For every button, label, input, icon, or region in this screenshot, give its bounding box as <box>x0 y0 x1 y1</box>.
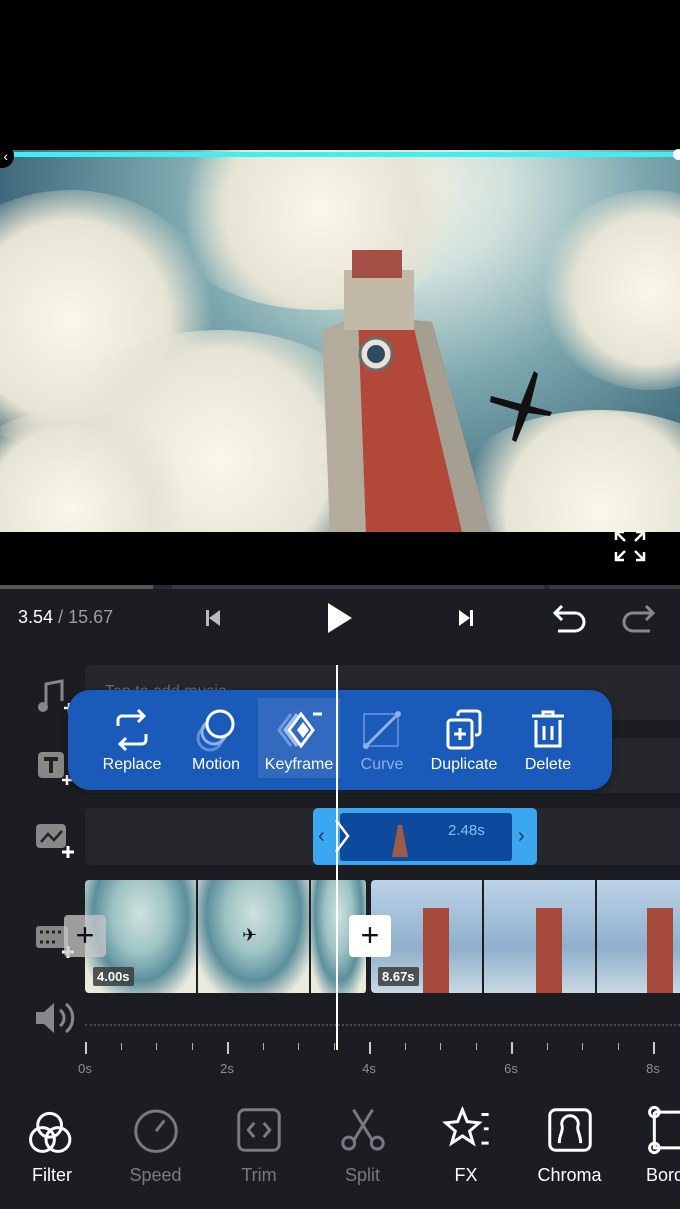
ruler-tick <box>546 1043 548 1050</box>
filter-icon <box>29 1111 72 1153</box>
tool-filter[interactable]: Filter <box>2 1105 102 1186</box>
keyframe-marker-icon[interactable] <box>332 818 352 854</box>
playhead[interactable] <box>336 665 338 1050</box>
scissors-icon <box>340 1108 385 1151</box>
ruler-tick <box>582 1043 583 1050</box>
overlay-clip-body[interactable] <box>340 813 512 861</box>
ruler-label: 4s <box>362 1061 376 1076</box>
audio-volume-icon[interactable] <box>34 998 78 1038</box>
tool-fx[interactable]: FX <box>416 1105 516 1186</box>
tool-chroma[interactable]: Chroma <box>520 1105 620 1186</box>
tool-label: Chroma <box>537 1165 602 1185</box>
undo-icon <box>552 604 586 633</box>
redo-button[interactable] <box>618 598 658 638</box>
undo-button[interactable] <box>550 598 590 638</box>
ruler-tick <box>653 1042 655 1054</box>
play-icon <box>328 603 352 633</box>
ruler-tick <box>156 1043 157 1050</box>
ruler-tick <box>85 1042 87 1054</box>
border-icon <box>648 1105 680 1155</box>
fullscreen-icon[interactable] <box>612 528 648 564</box>
audio-waveform <box>85 1024 680 1026</box>
add-clip-start-button[interactable]: + <box>64 915 106 957</box>
total-time: / 15.67 <box>58 607 114 627</box>
tool-label: FX <box>454 1165 478 1185</box>
clip-1-frame[interactable]: ✈ <box>198 880 311 993</box>
motion-icon <box>196 709 235 752</box>
skip-end-button[interactable] <box>446 598 486 638</box>
tool-label: Trim <box>241 1165 277 1185</box>
duplicate-icon <box>446 709 482 750</box>
top-letterbox <box>0 0 680 150</box>
ruler-tick <box>191 1043 193 1050</box>
ruler-tick <box>617 1043 619 1050</box>
clip-2-frame[interactable] <box>484 880 597 993</box>
keyframe-button[interactable]: Keyframe <box>258 698 340 778</box>
skip-start-icon <box>206 610 220 626</box>
skip-end-icon <box>459 610 473 626</box>
tool-label: Split <box>344 1165 380 1185</box>
overlay-duration: 2.48s <box>448 822 485 839</box>
tool-border[interactable]: Border <box>646 1105 680 1186</box>
replace-button[interactable]: Replace <box>92 690 172 790</box>
ruler-label: 0s <box>78 1061 92 1076</box>
clip-duration-badge: 4.00s <box>93 967 134 986</box>
ruler-label: 2s <box>220 1061 234 1076</box>
ruler-label: 8s <box>646 1061 660 1076</box>
chroma-icon <box>547 1108 592 1152</box>
clock-tower-image <box>322 250 490 532</box>
duplicate-button[interactable]: Duplicate <box>424 690 504 790</box>
tool-label: Filter <box>32 1165 72 1185</box>
motion-button[interactable]: Motion <box>176 690 256 790</box>
redo-icon <box>622 604 656 633</box>
trim-left-handle[interactable]: ‹ <box>318 825 325 848</box>
trim-right-handle[interactable]: › <box>518 825 525 848</box>
keyframe-icon <box>277 711 322 749</box>
seek-handle[interactable] <box>673 149 680 160</box>
ruler-tick <box>227 1042 229 1054</box>
ruler-tick <box>511 1042 513 1054</box>
ruler-tick <box>333 1043 335 1050</box>
delete-button[interactable]: Delete <box>508 690 588 790</box>
airplane-image <box>490 371 552 442</box>
motion-label: Motion <box>191 756 241 773</box>
replace-icon <box>116 708 148 752</box>
tool-trim[interactable]: Trim <box>209 1105 309 1186</box>
trash-icon <box>532 710 564 748</box>
play-button[interactable] <box>319 598 359 638</box>
tool-split[interactable]: Split <box>313 1105 413 1186</box>
time-display: 3.54 / 15.67 <box>18 607 113 628</box>
replace-label: Replace <box>102 756 162 773</box>
ruler-tick <box>475 1043 477 1050</box>
keyframe-label: Keyframe <box>264 756 334 773</box>
bottom-letterbox <box>0 532 680 586</box>
tool-label: Speed <box>129 1165 182 1185</box>
skip-start-button[interactable] <box>193 598 233 638</box>
tool-speed[interactable]: Speed <box>106 1105 206 1186</box>
add-transition-button[interactable]: + <box>349 915 391 957</box>
add-overlay-icon[interactable] <box>34 820 78 864</box>
ruler-tick <box>369 1042 371 1054</box>
ruler-tick <box>120 1043 122 1050</box>
curve-label: Curve <box>360 756 404 773</box>
overlay-thumbnail <box>392 825 408 857</box>
trim-icon <box>237 1108 281 1152</box>
preview-seek-bar[interactable] <box>14 152 680 157</box>
fx-star-icon <box>442 1105 489 1147</box>
ruler-tick <box>440 1043 441 1050</box>
speed-icon <box>133 1109 178 1153</box>
curve-button[interactable]: Curve <box>342 690 422 790</box>
duplicate-label: Duplicate <box>430 756 498 773</box>
ruler-tick <box>262 1043 264 1050</box>
clip-duration-badge: 8.67s <box>378 967 419 986</box>
ruler-label: 6s <box>504 1061 518 1076</box>
ruler-tick <box>404 1043 406 1050</box>
clip-2-frame[interactable] <box>597 880 680 993</box>
delete-label: Delete <box>524 756 572 773</box>
clip-action-menu: Replace Motion Keyframe Curve Duplicate … <box>68 690 612 790</box>
ruler-tick <box>298 1043 299 1050</box>
curve-icon <box>363 711 401 749</box>
current-time: 3.54 <box>18 607 54 627</box>
tool-label: Border <box>646 1165 680 1185</box>
